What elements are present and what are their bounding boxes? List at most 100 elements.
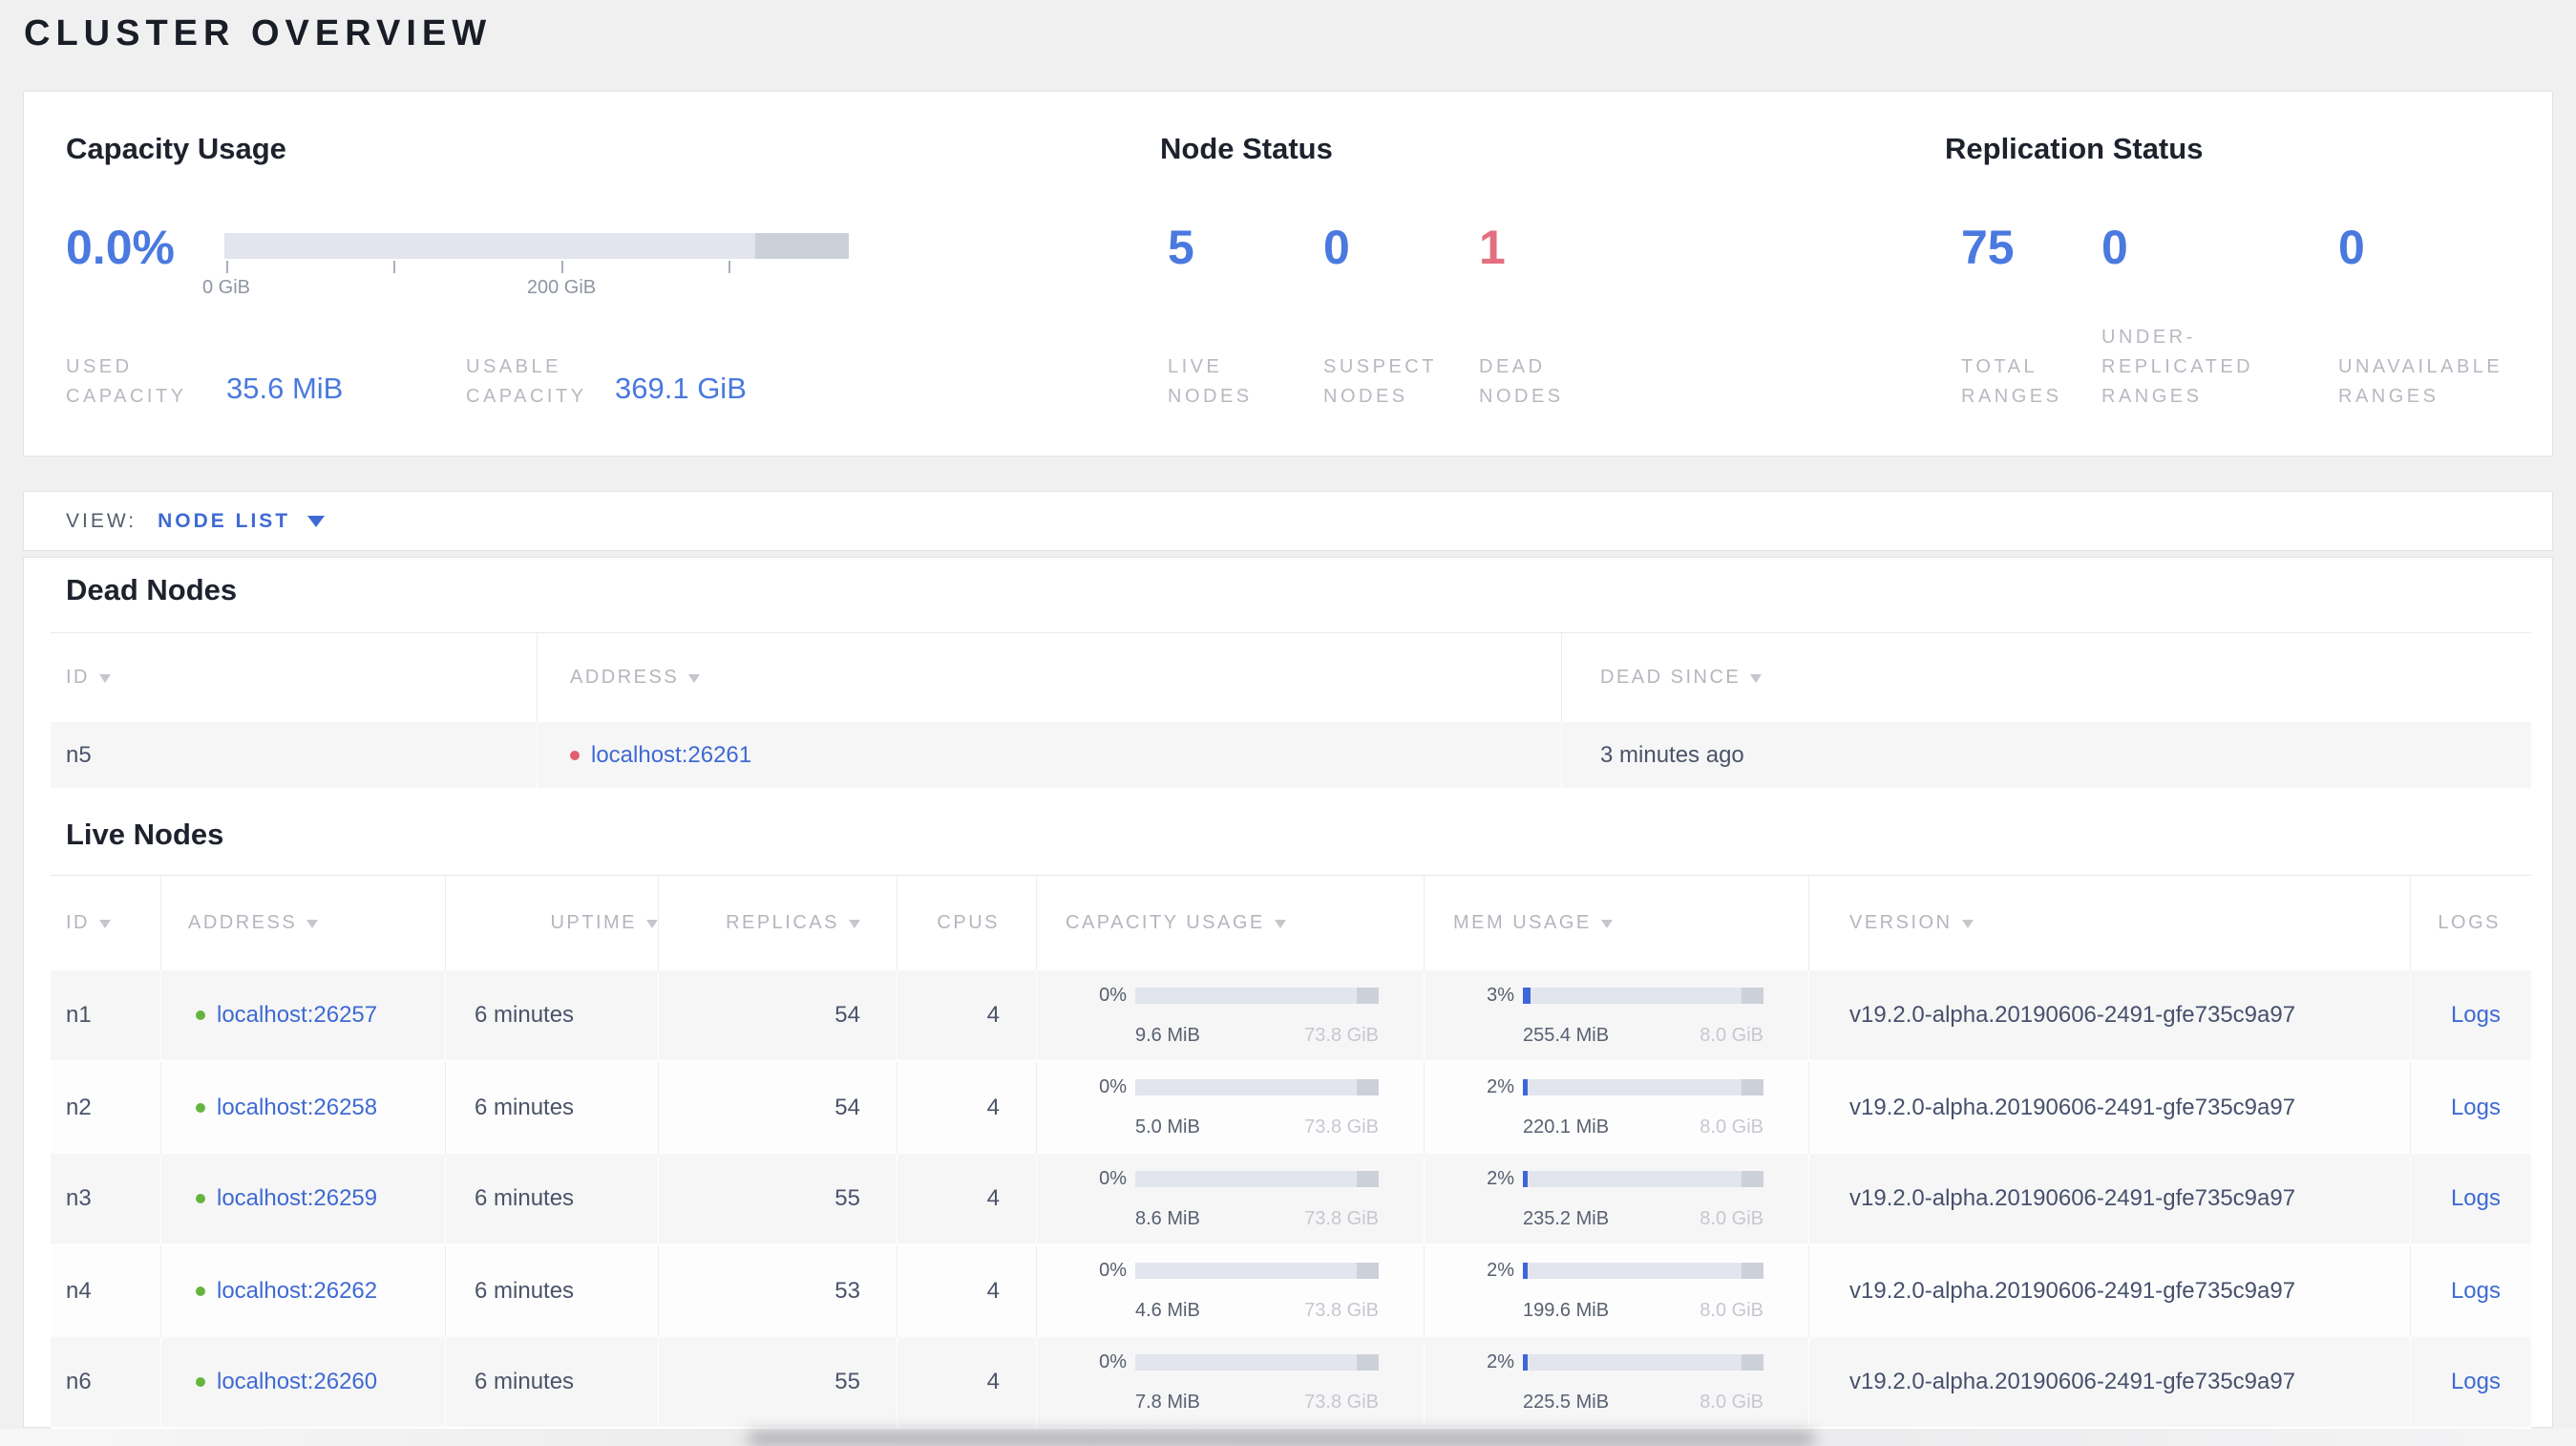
- cluster-overview-page: CLUSTER OVERVIEW Capacity Usage 0.0% 0 G…: [0, 0, 2576, 1446]
- cpus-cell: 4: [897, 1337, 1036, 1427]
- column-header-cpus[interactable]: CPUS: [897, 876, 1036, 970]
- unavailable-ranges-label: UNAVAILABLE RANGES: [2338, 356, 2503, 407]
- capacity-used-value: 8.6 MiB: [1135, 1208, 1200, 1229]
- capacity-percent: 0%: [1099, 1260, 1127, 1281]
- mem-total-value: 8.0 GiB: [1700, 1300, 1763, 1321]
- cpus-cell: 4: [897, 1154, 1036, 1244]
- version-cell: v19.2.0-alpha.20190606-2491-gfe735c9a97: [1808, 1337, 2410, 1427]
- capacity-total-value: 73.8 GiB: [1304, 1300, 1379, 1321]
- column-header-mem-usage[interactable]: MEM USAGE: [1424, 876, 1808, 970]
- uptime-cell: 6 minutes: [445, 1337, 658, 1427]
- capacity-bar-reserved-segment: [1357, 988, 1379, 1004]
- live-nodes-label: LIVE NODES: [1168, 356, 1253, 407]
- dead-since-cell: 3 minutes ago: [1561, 722, 2531, 788]
- axis-tick: [226, 261, 228, 273]
- chevron-down-icon[interactable]: [307, 515, 326, 527]
- mem-bar: [1523, 1354, 1763, 1371]
- column-header-address[interactable]: ADDRESS: [160, 876, 445, 970]
- replication-status-heading: Replication Status: [1945, 132, 2204, 165]
- node-address-link[interactable]: localhost:26261: [591, 742, 751, 769]
- sort-arrow-icon: [99, 920, 111, 928]
- replicas-cell: 55: [658, 1337, 897, 1427]
- mem-usage-cell: 2% 235.2 MiB 8.0 GiB: [1424, 1154, 1808, 1244]
- capacity-bar: [1135, 1171, 1379, 1187]
- node-id-cell: n4: [66, 1278, 92, 1304]
- capacity-bar-reserved-segment: [754, 233, 849, 259]
- column-header-label: CPUS: [937, 912, 1000, 933]
- version-cell: v19.2.0-alpha.20190606-2491-gfe735c9a97: [1808, 970, 2410, 1060]
- replicas-cell: 53: [658, 1245, 897, 1337]
- capacity-usage-cell: 0% 9.6 MiB 73.8 GiB: [1036, 970, 1424, 1060]
- column-header-uptime[interactable]: UPTIME: [445, 876, 658, 970]
- replicas-cell: 54: [658, 970, 897, 1060]
- uptime-cell: 6 minutes: [445, 1062, 658, 1154]
- mem-total-value: 8.0 GiB: [1700, 1116, 1763, 1138]
- mem-usage-cell: 3% 255.4 MiB 8.0 GiB: [1424, 970, 1808, 1060]
- mem-bar-fill: [1523, 1263, 1529, 1279]
- logs-link[interactable]: Logs: [2451, 1369, 2501, 1395]
- mem-bar: [1523, 1263, 1763, 1279]
- column-header-replicas[interactable]: REPLICAS: [658, 876, 897, 970]
- node-address-link[interactable]: localhost:26257: [217, 1002, 377, 1029]
- capacity-total-value: 73.8 GiB: [1304, 1116, 1379, 1138]
- node-status-heading: Node Status: [1160, 132, 1333, 165]
- sort-arrow-icon: [1274, 920, 1286, 928]
- column-header-label: ADDRESS: [188, 912, 298, 933]
- logs-link[interactable]: Logs: [2451, 1002, 2501, 1029]
- column-header-label: ID: [66, 667, 90, 688]
- view-dropdown[interactable]: NODE LIST: [158, 510, 290, 533]
- node-id-cell: n2: [66, 1095, 92, 1120]
- version-cell: v19.2.0-alpha.20190606-2491-gfe735c9a97: [1808, 1245, 2410, 1337]
- mem-used-value: 220.1 MiB: [1523, 1116, 1610, 1138]
- mem-usage-cell: 2% 220.1 MiB 8.0 GiB: [1424, 1062, 1808, 1154]
- capacity-bar: [1135, 1079, 1379, 1095]
- usable-capacity-value: 369.1 GiB: [615, 372, 747, 405]
- capacity-used-value: 4.6 MiB: [1135, 1300, 1200, 1321]
- sort-arrow-icon: [688, 674, 701, 683]
- live-nodes-heading: Live Nodes: [66, 818, 224, 851]
- mem-total-value: 8.0 GiB: [1700, 1392, 1763, 1413]
- logs-link[interactable]: Logs: [2451, 1095, 2501, 1121]
- node-address-link[interactable]: localhost:26260: [217, 1369, 377, 1395]
- mem-percent: 2%: [1487, 1351, 1514, 1372]
- capacity-usage-bar: [224, 233, 849, 259]
- capacity-used-value: 5.0 MiB: [1135, 1116, 1200, 1138]
- uptime-cell: 6 minutes: [445, 1154, 658, 1244]
- dead-nodes-count: 1: [1479, 221, 1506, 274]
- column-header-version[interactable]: VERSION: [1808, 876, 2410, 970]
- node-address-link[interactable]: localhost:26258: [217, 1095, 377, 1121]
- logs-cell: Logs: [2410, 970, 2531, 1060]
- node-address-link[interactable]: localhost:26259: [217, 1185, 377, 1212]
- mem-bar-reserved-segment: [1742, 1079, 1763, 1095]
- used-capacity-label: USED CAPACITY: [66, 356, 187, 407]
- mem-used-value: 225.5 MiB: [1523, 1392, 1610, 1413]
- live-status-dot-icon: [196, 1103, 205, 1113]
- column-header-id[interactable]: ID: [51, 876, 160, 970]
- logs-cell: Logs: [2410, 1154, 2531, 1244]
- capacity-percent: 0%: [1099, 1076, 1127, 1097]
- logs-cell: Logs: [2410, 1245, 2531, 1337]
- column-header-id[interactable]: ID: [51, 633, 537, 722]
- column-header-dead-since[interactable]: DEAD SINCE: [1561, 633, 2531, 722]
- capacity-usage-cell: 0% 4.6 MiB 73.8 GiB: [1036, 1245, 1424, 1337]
- version-cell: v19.2.0-alpha.20190606-2491-gfe735c9a97: [1808, 1062, 2410, 1154]
- node-id-cell: n6: [66, 1369, 92, 1394]
- mem-bar-fill: [1523, 1171, 1529, 1187]
- capacity-total-value: 73.8 GiB: [1304, 1208, 1379, 1229]
- capacity-usage-percent: 0.0%: [66, 221, 175, 274]
- node-address-link[interactable]: localhost:26262: [217, 1278, 377, 1305]
- axis-tick-label: 200 GiB: [526, 277, 597, 298]
- sort-arrow-icon: [1750, 674, 1763, 683]
- column-header-label: REPLICAS: [726, 912, 839, 933]
- table-row: n3 localhost:26259 6 minutes 55 4 0% 8.6…: [51, 1154, 2531, 1245]
- dead-nodes-table: ID ADDRESS DEAD SINCE n5 localhost:26261: [51, 632, 2531, 790]
- logs-link[interactable]: Logs: [2451, 1278, 2501, 1305]
- used-capacity-value: 35.6 MiB: [226, 372, 344, 405]
- logs-link[interactable]: Logs: [2451, 1185, 2501, 1212]
- mem-bar-reserved-segment: [1742, 988, 1763, 1004]
- table-row: n5 localhost:26261 3 minutes ago: [51, 722, 2531, 790]
- summary-panel: Capacity Usage 0.0% 0 GiB 200 GiB USED C…: [23, 91, 2553, 457]
- column-header-address[interactable]: ADDRESS: [537, 633, 1561, 722]
- column-header-capacity-usage[interactable]: CAPACITY USAGE: [1036, 876, 1424, 970]
- axis-tick-label: 0 GiB: [201, 277, 251, 298]
